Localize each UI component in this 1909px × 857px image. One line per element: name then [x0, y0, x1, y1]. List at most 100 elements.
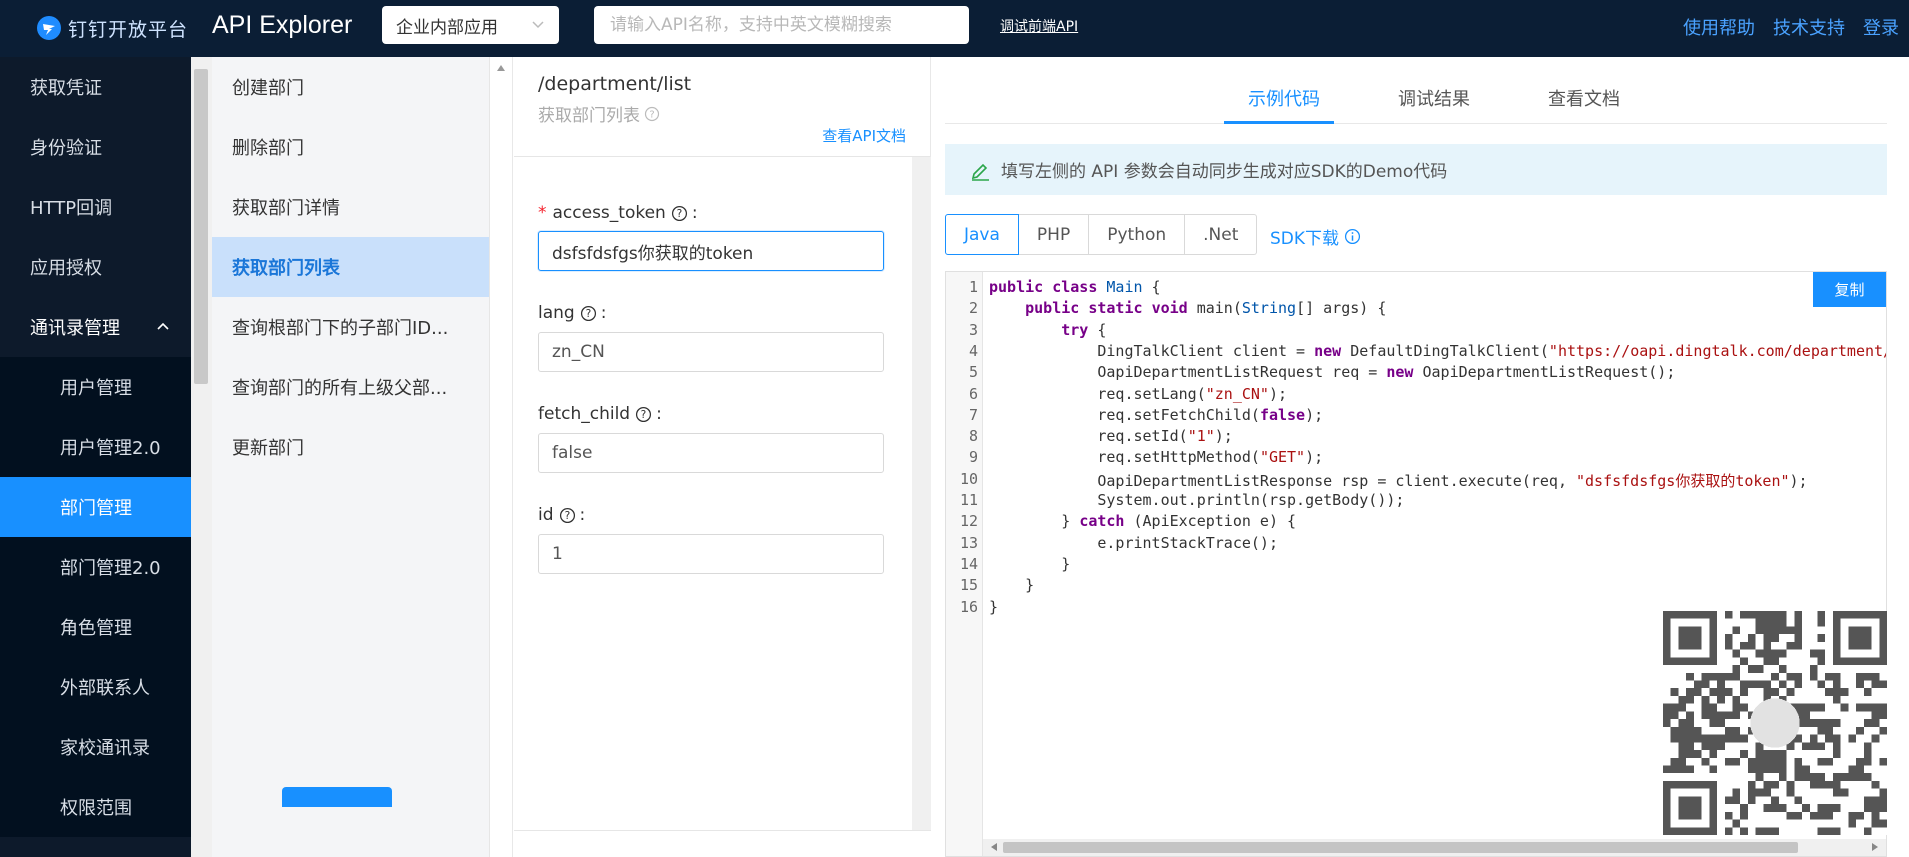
code-line: public class Main {: [989, 278, 1161, 296]
horizontal-scrollbar[interactable]: [983, 839, 1886, 856]
code-line: req.setHttpMethod("GET");: [989, 448, 1324, 467]
scrollbar-thumb[interactable]: [194, 69, 208, 384]
help-circle-icon[interactable]: ?: [580, 305, 597, 322]
params-form: * access_token ? : lang ? : fetch_child …: [514, 157, 912, 830]
api-item-list-parent-departments[interactable]: 查询部门的所有上级父部...: [212, 357, 489, 417]
nav-item-role[interactable]: 角色管理: [0, 597, 191, 657]
line-number: 14: [959, 554, 978, 573]
result-tabs: 示例代码 调试结果 查看文档: [945, 57, 1887, 124]
access-token-input[interactable]: [538, 231, 884, 271]
nav-item-external-contact[interactable]: 外部联系人: [0, 657, 191, 717]
nav-item-user-v2[interactable]: 用户管理2.0: [0, 417, 191, 477]
nav-item-department-v2[interactable]: 部门管理2.0: [0, 537, 191, 597]
code-line: req.setLang("zn_CN");: [989, 384, 1288, 403]
required-mark: *: [538, 203, 547, 223]
api-item-list-sub-department-ids[interactable]: 查询根部门下的子部门ID...: [212, 297, 489, 357]
debug-frontend-api-link[interactable]: 调试前端API: [1000, 16, 1078, 36]
nav-item-user[interactable]: 用户管理: [0, 357, 191, 417]
api-list: 创建部门 删除部门 获取部门详情 获取部门列表 查询根部门下的子部门ID... …: [212, 57, 490, 857]
tab-view-doc[interactable]: 查看文档: [1548, 85, 1620, 111]
nav-group-label: 通讯录管理: [30, 318, 120, 339]
form-scrollbar[interactable]: [912, 157, 931, 830]
copy-button[interactable]: 复制: [1813, 272, 1886, 307]
line-number: 11: [959, 491, 978, 509]
code-line: }: [989, 576, 1035, 595]
field-name: lang: [538, 303, 575, 323]
send-request-button[interactable]: [282, 787, 392, 807]
api-description-text: 获取部门列表: [538, 106, 640, 126]
help-link[interactable]: 使用帮助: [1683, 14, 1755, 40]
id-input[interactable]: [538, 534, 884, 574]
code-line: DingTalkClient client = new DefaultDingT…: [989, 341, 1886, 360]
line-gutter: 1 2 3 4 5 6 7 8 9 10 11 12 13 14 15 16: [946, 272, 983, 856]
help-circle-icon[interactable]: ?: [559, 507, 576, 524]
help-circle-icon[interactable]: ?: [644, 106, 660, 122]
line-number: 13: [959, 533, 978, 552]
nav-group-contacts[interactable]: 通讯录管理: [0, 297, 191, 357]
field-label-fetch-child: fetch_child ? :: [538, 404, 662, 424]
svg-text:?: ?: [649, 109, 654, 120]
lang-tab-java[interactable]: Java: [945, 214, 1019, 255]
line-number: 2: [968, 299, 978, 318]
code-line: public static void main(String[] args) {: [1025, 299, 1387, 318]
api-item-list-departments[interactable]: 获取部门列表: [212, 237, 489, 297]
params-header: /department/list 获取部门列表 ? 查看API文档: [514, 57, 930, 157]
scrollbar-thumb[interactable]: [1003, 842, 1798, 853]
support-link[interactable]: 技术支持: [1773, 14, 1845, 40]
info-icon: [1344, 228, 1361, 245]
api-description: 获取部门列表 ?: [538, 101, 660, 126]
login-link[interactable]: 登录: [1863, 14, 1899, 40]
tab-debug-result[interactable]: 调试结果: [1398, 85, 1470, 111]
sdk-download-link[interactable]: SDK下载: [1270, 224, 1361, 249]
scroll-left-arrow-icon[interactable]: [991, 843, 997, 851]
tab-sample-code[interactable]: 示例代码: [1248, 85, 1320, 111]
field-name: fetch_child: [538, 404, 631, 424]
app-type-select[interactable]: 企业内部应用: [382, 6, 559, 44]
help-circle-icon[interactable]: ?: [635, 406, 652, 423]
dingtalk-logo-icon: [37, 16, 61, 40]
left-nav: 获取凭证 身份验证 HTTP回调 应用授权 通讯录管理 用户管理 用户管理2.0…: [0, 57, 191, 857]
colon: :: [691, 203, 698, 223]
lang-input[interactable]: [538, 332, 884, 372]
view-api-doc-link[interactable]: 查看API文档: [822, 125, 906, 146]
top-right-links: 使用帮助 技术支持 登录: [1683, 14, 1909, 40]
nav-item-department[interactable]: 部门管理: [0, 477, 191, 537]
field-name: access_token: [552, 203, 666, 223]
lang-tab-dotnet[interactable]: .Net: [1185, 214, 1258, 255]
tip-text: 填写左侧的 API 参数会自动同步生成对应SDK的Demo代码: [1001, 162, 1448, 182]
code-line: OapiDepartmentListResponse rsp = client.…: [989, 471, 1808, 490]
chevron-down-icon: [532, 21, 544, 29]
help-circle-icon[interactable]: ?: [671, 205, 688, 222]
logo[interactable]: 钉钉开放平台: [36, 12, 188, 44]
lang-tab-python[interactable]: Python: [1089, 214, 1186, 255]
code-line: OapiDepartmentListRequest req = new Oapi…: [989, 363, 1676, 382]
nav-item-permission-scope[interactable]: 权限范围: [0, 777, 191, 837]
lang-tab-php[interactable]: PHP: [1018, 214, 1090, 255]
nav-item-school-contacts[interactable]: 家校通讯录: [0, 717, 191, 777]
fetch-child-input[interactable]: [538, 433, 884, 473]
top-bar: 钉钉开放平台 API Explorer 企业内部应用 调试前端API 使用帮助 …: [0, 0, 1909, 57]
api-item-delete-department[interactable]: 删除部门: [212, 117, 489, 177]
line-number: 6: [968, 384, 978, 403]
code-line: } catch (ApiException e) {: [989, 512, 1297, 531]
scroll-right-arrow-icon[interactable]: [1872, 843, 1878, 851]
nav-item-auth[interactable]: 身份验证: [0, 117, 191, 177]
api-list-scrollbar[interactable]: [191, 57, 212, 857]
app-title: API Explorer: [212, 11, 353, 39]
line-number: 3: [968, 320, 978, 339]
params-footer: [514, 830, 931, 857]
api-item-get-department[interactable]: 获取部门详情: [212, 177, 489, 237]
api-item-update-department[interactable]: 更新部门: [212, 417, 489, 477]
chevron-up-icon: [157, 322, 169, 330]
api-search-input[interactable]: [594, 6, 969, 44]
svg-text:?: ?: [677, 207, 683, 220]
nav-item-http-callback[interactable]: HTTP回调: [0, 177, 191, 237]
nav-item-app-authorization[interactable]: 应用授权: [0, 237, 191, 297]
qr-code-image: [1663, 611, 1887, 835]
brand-name: 钉钉开放平台: [68, 18, 189, 41]
params-scrollbar[interactable]: [490, 57, 513, 857]
api-item-create-department[interactable]: 创建部门: [212, 57, 489, 117]
sdk-tip-banner: 填写左侧的 API 参数会自动同步生成对应SDK的Demo代码: [945, 144, 1887, 195]
scroll-up-arrow-icon[interactable]: [497, 65, 505, 71]
nav-item-credentials[interactable]: 获取凭证: [0, 57, 191, 117]
